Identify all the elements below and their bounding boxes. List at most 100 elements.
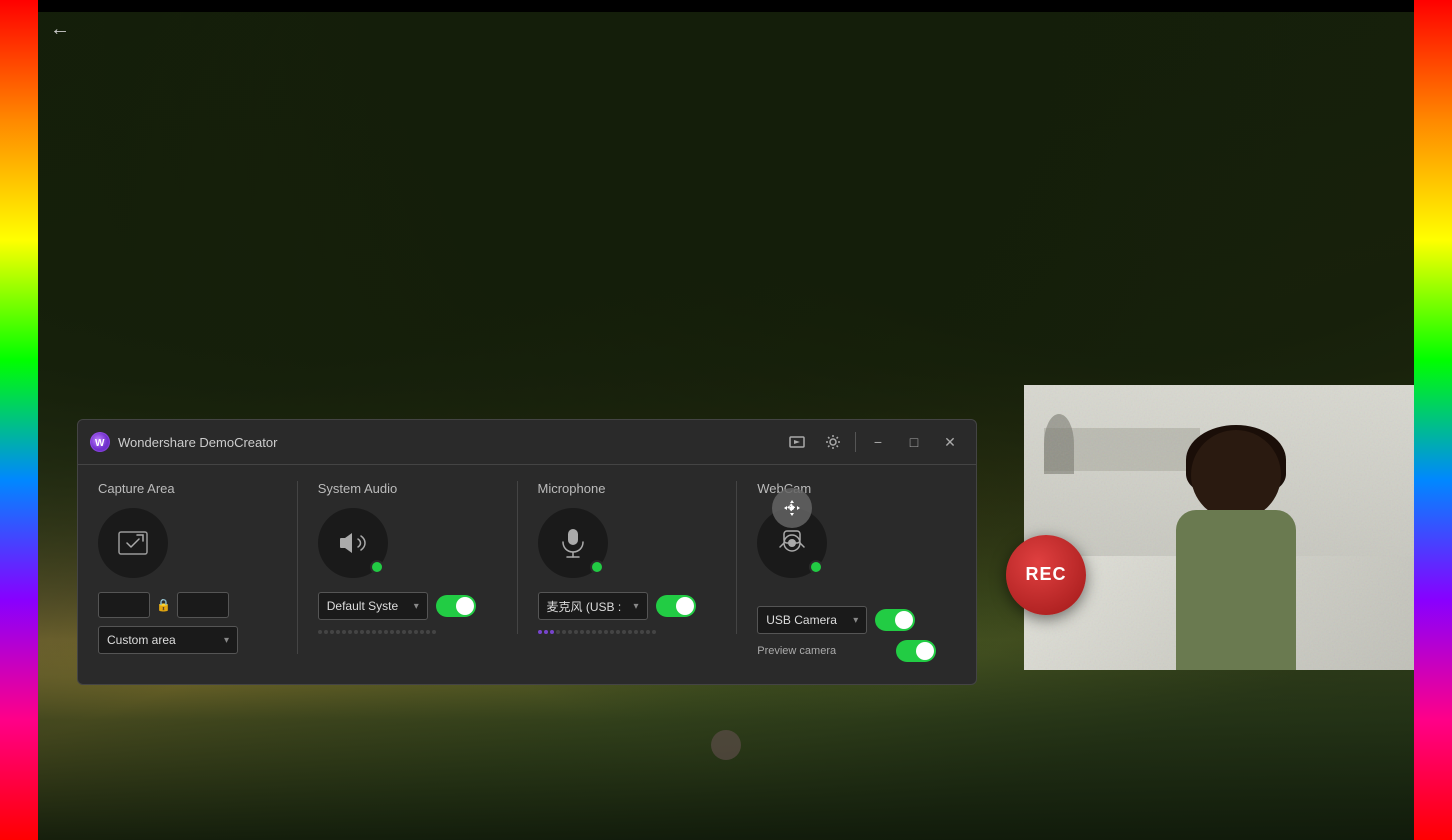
- mic-seg-8: [580, 630, 584, 634]
- audio-seg-17: [414, 630, 418, 634]
- mic-seg-7: [574, 630, 578, 634]
- maximize-btn[interactable]: □: [900, 428, 928, 456]
- audio-seg-15: [402, 630, 406, 634]
- settings-btn[interactable]: [819, 428, 847, 456]
- mic-seg-12: [604, 630, 608, 634]
- area-select-value: Custom area: [107, 633, 176, 647]
- app-logo: W: [90, 432, 110, 452]
- audio-seg-11: [378, 630, 382, 634]
- mic-status-dot: [590, 560, 604, 574]
- mic-seg-17: [634, 630, 638, 634]
- audio-device-row: Default Syste ▾: [318, 592, 497, 620]
- mic-seg-2: [544, 630, 548, 634]
- audio-toggle[interactable]: [436, 595, 476, 617]
- mic-seg-18: [640, 630, 644, 634]
- panel-title-left: W Wondershare DemoCreator: [90, 432, 277, 452]
- microphone-icon[interactable]: [538, 508, 608, 578]
- rainbow-right-border: [1414, 0, 1452, 840]
- area-dropdown-arrow: ▾: [224, 635, 229, 646]
- mic-seg-9: [586, 630, 590, 634]
- audio-dropdown-arrow: ▾: [414, 601, 419, 612]
- microphone-section: Microphone 麦克风 (USB : ▾: [518, 481, 738, 634]
- lock-icon: 🔒: [156, 598, 171, 612]
- close-btn[interactable]: ✕: [936, 428, 964, 456]
- capture-area-label: Capture Area: [98, 481, 175, 496]
- panel-content: Capture Area 1374 🔒 949 Custom area ▾: [78, 465, 976, 684]
- audio-seg-19: [426, 630, 430, 634]
- audio-seg-20: [432, 630, 436, 634]
- screen-record-btn[interactable]: [783, 428, 811, 456]
- webcam-device-name: USB Camera: [766, 613, 837, 627]
- back-button[interactable]: ←: [50, 18, 70, 41]
- webcam-toggle[interactable]: [875, 609, 915, 631]
- audio-seg-1: [318, 630, 322, 634]
- bottom-hint-circle: [711, 730, 741, 760]
- head-shape: [1191, 430, 1281, 520]
- audio-seg-14: [396, 630, 400, 634]
- camera-preview-inner: [1024, 385, 1414, 670]
- audio-meter-row: [318, 630, 458, 634]
- mic-seg-13: [610, 630, 614, 634]
- audio-status-dot: [370, 560, 384, 574]
- preview-camera-row: Preview camera: [757, 640, 936, 662]
- minimize-btn[interactable]: −: [864, 428, 892, 456]
- width-input[interactable]: 1374: [98, 592, 150, 618]
- rec-text: REC: [1025, 564, 1066, 585]
- mic-seg-11: [598, 630, 602, 634]
- mic-seg-14: [616, 630, 620, 634]
- mic-meter-row: [538, 630, 678, 634]
- system-audio-section: System Audio Default Syste ▾: [298, 481, 518, 634]
- mic-seg-6: [568, 630, 572, 634]
- audio-seg-10: [372, 630, 376, 634]
- mic-toggle[interactable]: [656, 595, 696, 617]
- mic-device-select[interactable]: 麦克风 (USB : ▾: [538, 592, 648, 620]
- mic-seg-15: [622, 630, 626, 634]
- capture-area-icon[interactable]: [98, 508, 168, 578]
- webcam-device-row: USB Camera ▾: [757, 606, 936, 634]
- webcam-section: WebCam ✥: [737, 481, 956, 668]
- system-audio-label: System Audio: [318, 481, 398, 496]
- audio-seg-7: [354, 630, 358, 634]
- svg-text:✥: ✥: [787, 503, 795, 514]
- audio-seg-16: [408, 630, 412, 634]
- webcam-device-select[interactable]: USB Camera ▾: [757, 606, 867, 634]
- audio-seg-5: [342, 630, 346, 634]
- capture-area-section: Capture Area 1374 🔒 949 Custom area ▾: [98, 481, 298, 654]
- audio-seg-8: [360, 630, 364, 634]
- body-shape: [1176, 510, 1296, 670]
- audio-seg-6: [348, 630, 352, 634]
- rainbow-left-border: [0, 0, 38, 840]
- mic-seg-10: [592, 630, 596, 634]
- audio-seg-2: [324, 630, 328, 634]
- audio-seg-9: [366, 630, 370, 634]
- mic-seg-3: [550, 630, 554, 634]
- mic-dropdown-arrow: ▾: [633, 601, 638, 612]
- webcam-move-handle[interactable]: ✥: [772, 488, 812, 528]
- panel-title-text: Wondershare DemoCreator: [118, 435, 277, 450]
- mic-seg-5: [562, 630, 566, 634]
- audio-seg-4: [336, 630, 340, 634]
- preview-camera-toggle[interactable]: [896, 640, 936, 662]
- audio-seg-3: [330, 630, 334, 634]
- audio-device-name: Default Syste: [327, 599, 398, 613]
- microphone-label: Microphone: [538, 481, 606, 496]
- webcam-dropdown-arrow: ▾: [853, 615, 858, 626]
- mic-seg-19: [646, 630, 650, 634]
- panel-title-controls: − □ ✕: [783, 428, 964, 456]
- window-titlebar: [38, 0, 1414, 12]
- audio-seg-18: [420, 630, 424, 634]
- mic-seg-16: [628, 630, 632, 634]
- area-select-dropdown[interactable]: Custom area ▾: [98, 626, 238, 654]
- audio-seg-12: [384, 630, 388, 634]
- system-audio-icon[interactable]: [318, 508, 388, 578]
- dimension-row: 1374 🔒 949: [98, 592, 229, 618]
- mic-device-name: 麦克风 (USB :: [547, 598, 622, 615]
- height-input[interactable]: 949: [177, 592, 229, 618]
- audio-seg-13: [390, 630, 394, 634]
- audio-device-select[interactable]: Default Syste ▾: [318, 592, 428, 620]
- panel-titlebar: W Wondershare DemoCreator − □ ✕: [78, 420, 976, 465]
- camera-preview-panel: [1024, 385, 1414, 670]
- rec-button[interactable]: REC: [1006, 535, 1086, 615]
- mic-device-row: 麦克风 (USB : ▾: [538, 592, 717, 620]
- control-panel: W Wondershare DemoCreator − □ ✕: [77, 419, 977, 685]
